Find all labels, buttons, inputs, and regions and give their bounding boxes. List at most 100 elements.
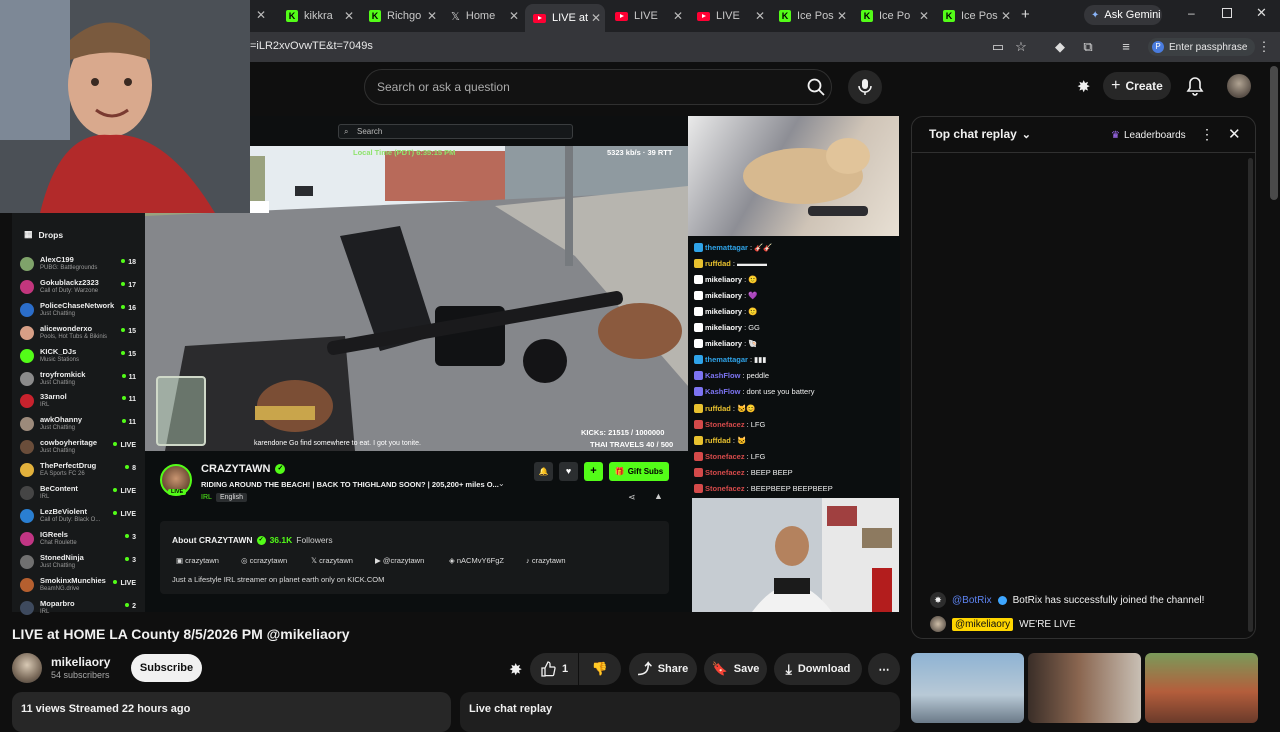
browser-tab[interactable]: LIVE ✕ <box>607 4 687 28</box>
chat-mode-dropdown[interactable]: Top chat replay ⌄ <box>929 127 1031 141</box>
tab-close-icon[interactable]: ✕ <box>673 9 683 23</box>
sidebar-streamer[interactable]: troyfromkick Just Chatting 11 <box>20 369 138 391</box>
social-tiktok[interactable]: ♪ crazytawn <box>526 556 566 565</box>
chat-username[interactable]: Stonefacez <box>705 484 745 493</box>
save-button[interactable]: 🔖 Save <box>704 653 767 685</box>
notify-bell-button[interactable]: 🔔 <box>534 462 553 481</box>
chat-username[interactable]: mikeliaory <box>705 275 742 284</box>
like-button[interactable]: 1 <box>530 653 578 685</box>
tab-close-icon[interactable]: ✕ <box>919 9 929 23</box>
sidebar-streamer[interactable]: awkOhanny Just Chatting 11 <box>20 414 138 436</box>
leaderboards-button[interactable]: ♛ Leaderboards <box>1111 125 1191 145</box>
chat-username[interactable]: mikeliaory <box>705 291 742 300</box>
share-icon[interactable]: ⋖ <box>628 492 636 503</box>
sidebar-streamer[interactable]: KICK_DJs Music Stations 15 <box>20 346 138 368</box>
sidebar-streamer[interactable]: 33arnol IRL 11 <box>20 391 138 413</box>
tab-close-icon[interactable]: ✕ <box>427 9 437 23</box>
browser-tab[interactable]: K Ice Pos ✕ <box>771 4 851 28</box>
chat-author-owner[interactable]: @mikeliaory <box>952 617 1014 631</box>
social-x[interactable]: 𝕏 crazytawn <box>311 556 353 565</box>
chat-username[interactable]: ruffdad <box>705 259 731 268</box>
minimize-button[interactable]: – <box>1188 6 1195 20</box>
chat-username[interactable]: KashFlow <box>705 387 740 396</box>
sidebar-streamer[interactable]: LezBeViolent Call of Duty: Black O... LIVE <box>20 506 138 528</box>
chat-scrollbar[interactable] <box>1248 158 1253 632</box>
drops-nav[interactable]: ▦ Drops <box>24 229 63 240</box>
chat-more-options-icon[interactable]: ⋮ <box>1200 126 1214 143</box>
dislike-button[interactable]: 👎 <box>579 653 621 685</box>
ai-sparkle-icon[interactable]: ✸ <box>509 660 522 680</box>
sidebar-streamer[interactable]: PoliceChaseNetwork Just Chatting 16 <box>20 300 138 322</box>
sidebar-streamer[interactable]: Moparbro IRL 2 <box>20 598 138 620</box>
page-scrollbar[interactable] <box>1270 66 1278 200</box>
browser-tab[interactable]: 𝕏 Home ✕ <box>443 4 523 28</box>
youtube-search-input[interactable]: Search or ask a question <box>364 69 832 105</box>
more-actions-button[interactable]: ⋯ <box>868 653 900 685</box>
sidebar-streamer[interactable]: AlexC199 PUBG: Battlegrounds 18 <box>20 254 138 276</box>
cast-icon[interactable]: ▭ <box>990 39 1006 55</box>
recommended-thumbnail[interactable] <box>1145 653 1258 723</box>
create-button[interactable]: + Create <box>1103 72 1171 100</box>
chat-username[interactable]: themattagar <box>705 243 748 252</box>
sidebar-streamer[interactable]: alicewonderxo Pools, Hot Tubs & Bikinis 15 <box>20 323 138 345</box>
bookmark-star-icon[interactable]: ☆ <box>1013 39 1029 55</box>
recommended-thumbnail[interactable] <box>911 653 1024 723</box>
social-youtube[interactable]: ▶ @crazytawn <box>375 556 424 565</box>
follow-heart-button[interactable]: ♥ <box>559 462 578 481</box>
download-button[interactable]: ⤓ Download <box>774 653 862 685</box>
ask-gemini-button[interactable]: ✦ Ask Gemini <box>1084 5 1162 25</box>
close-window-button[interactable]: ✕ <box>1256 5 1267 21</box>
report-warning-icon[interactable]: ▲ <box>654 491 663 501</box>
chat-username[interactable]: Stonefacez <box>705 420 745 429</box>
chat-author[interactable]: @BotRix <box>952 595 992 606</box>
reading-list-icon[interactable]: ≡ <box>1118 39 1134 55</box>
sidebar-streamer[interactable]: IGReels Chat Roulette 3 <box>20 529 138 551</box>
chat-username[interactable]: themattagar <box>705 355 748 364</box>
tab-close-icon[interactable]: ✕ <box>837 9 847 23</box>
browser-menu-icon[interactable]: ⋮ <box>1256 39 1272 55</box>
tag-english[interactable]: English <box>216 493 247 502</box>
sidebar-streamer[interactable]: cowboyheritage Just Chatting LIVE <box>20 437 138 459</box>
tab-close-icon[interactable]: ✕ <box>1001 9 1011 23</box>
notifications-bell-icon[interactable] <box>1186 76 1204 101</box>
sidebar-streamer[interactable]: BeContent IRL LIVE <box>20 483 138 505</box>
sidebar-streamer[interactable]: Gokublackz2323 Call of Duty: Warzone 17 <box>20 277 138 299</box>
browser-tab[interactable]: LIVE at ✕ <box>525 4 605 32</box>
expand-title-chevron-icon[interactable]: ⌄ <box>498 479 505 488</box>
browser-tab[interactable]: K Ice Pos ✕ <box>935 4 1015 28</box>
recommended-thumbnail[interactable] <box>1028 653 1141 723</box>
chat-username[interactable]: Stonefacez <box>705 468 745 477</box>
restore-button[interactable] <box>1222 8 1232 18</box>
chat-username[interactable]: ruffdad <box>705 404 731 413</box>
password-manager-button[interactable]: P Enter passphrase <box>1148 38 1256 56</box>
chat-username[interactable]: mikeliaory <box>705 307 742 316</box>
voice-search-button[interactable] <box>848 70 882 104</box>
share-button[interactable]: ⤴ Share <box>629 653 697 685</box>
sidebar-streamer[interactable]: ThePerfectDrug EA Sports FC 26 8 <box>20 460 138 482</box>
channel-avatar[interactable] <box>12 653 42 683</box>
social-discord[interactable]: ◈ nACMvY6FgZ <box>449 556 504 565</box>
browser-tab[interactable]: K Ice Po ✕ <box>853 4 933 28</box>
browser-tab[interactable]: LIVE ✕ <box>689 4 769 28</box>
channel-name[interactable]: mikeliaory <box>51 655 110 669</box>
tab-close-icon[interactable]: ✕ <box>344 9 354 23</box>
chat-username[interactable]: KashFlow <box>705 371 740 380</box>
close-chat-icon[interactable]: ✕ <box>1228 125 1241 143</box>
streamer-name[interactable]: CRAZYTAWN ✓ <box>201 463 286 475</box>
tab-close-icon[interactable]: ✕ <box>591 11 601 25</box>
extensions-puzzle-icon[interactable]: ⧉ <box>1080 39 1096 55</box>
tag-irl[interactable]: IRL <box>201 494 212 501</box>
social-instagram[interactable]: ◎ ccrazytawn <box>241 556 287 565</box>
tab-close-webcam-area[interactable]: ✕ <box>256 8 266 22</box>
new-tab-button[interactable]: + <box>1021 6 1030 23</box>
chat-username[interactable]: mikeliaory <box>705 323 742 332</box>
chat-username[interactable]: Stonefacez <box>705 452 745 461</box>
browser-tab[interactable]: Kkikkra ✕ <box>278 4 358 28</box>
chat-username[interactable]: ruffdad <box>705 436 731 445</box>
search-button[interactable] <box>800 72 832 102</box>
chat-username[interactable]: mikeliaory <box>705 339 742 348</box>
gift-subs-button[interactable]: 🎁 Gift Subs <box>609 462 669 481</box>
kick-search-input[interactable]: ⌕ Search <box>338 124 573 139</box>
url-text[interactable]: =iLR2xvOvwTE&t=7049s <box>250 40 373 52</box>
browser-tab[interactable]: K Richgo ✕ <box>361 4 441 28</box>
